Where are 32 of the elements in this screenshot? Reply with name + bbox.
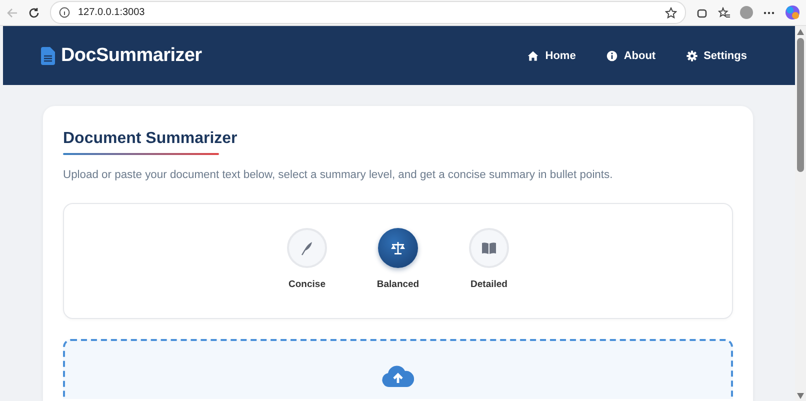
nav-link[interactable]: About — [606, 50, 656, 62]
favorites-icon[interactable] — [718, 6, 730, 18]
card-title: Document Summarizer — [63, 130, 238, 149]
brand-name[interactable]: DocSummarizer — [61, 44, 202, 66]
url-text: 127.0.0.1:3003 — [78, 7, 146, 18]
document-icon — [41, 46, 55, 64]
reload-icon[interactable] — [28, 6, 40, 18]
info-icon — [606, 50, 618, 62]
nav-link[interactable]: Settings — [686, 50, 747, 62]
scroll-down-icon[interactable] — [797, 393, 804, 399]
feather-icon — [299, 240, 315, 256]
home-icon — [527, 50, 540, 62]
description-text: Upload or paste your document text below, select a summary level, and get a concise summary in bullet points. — [63, 169, 614, 181]
scroll-up-icon[interactable] — [797, 29, 804, 35]
level-option[interactable] — [469, 228, 509, 268]
level-option[interactable] — [378, 228, 418, 268]
more-icon[interactable] — [763, 10, 775, 14]
profile-avatar[interactable] — [740, 6, 753, 19]
level-label: Balanced — [376, 279, 420, 290]
address-bar[interactable]: 127.0.0.1:3003 — [50, 1, 686, 24]
scale-icon — [390, 240, 406, 256]
cloud-upload-icon — [382, 365, 414, 387]
info-icon[interactable] — [59, 7, 70, 18]
copilot-icon[interactable] — [785, 5, 800, 20]
star-icon[interactable] — [665, 6, 677, 18]
scrollbar-thumb[interactable] — [797, 38, 804, 172]
upload-area[interactable] — [63, 339, 733, 399]
settings-icon — [686, 50, 698, 62]
nav-link[interactable]: Home — [527, 50, 576, 62]
book-icon — [481, 240, 497, 256]
level-label: Detailed — [470, 279, 508, 290]
level-label: Concise — [288, 279, 326, 290]
